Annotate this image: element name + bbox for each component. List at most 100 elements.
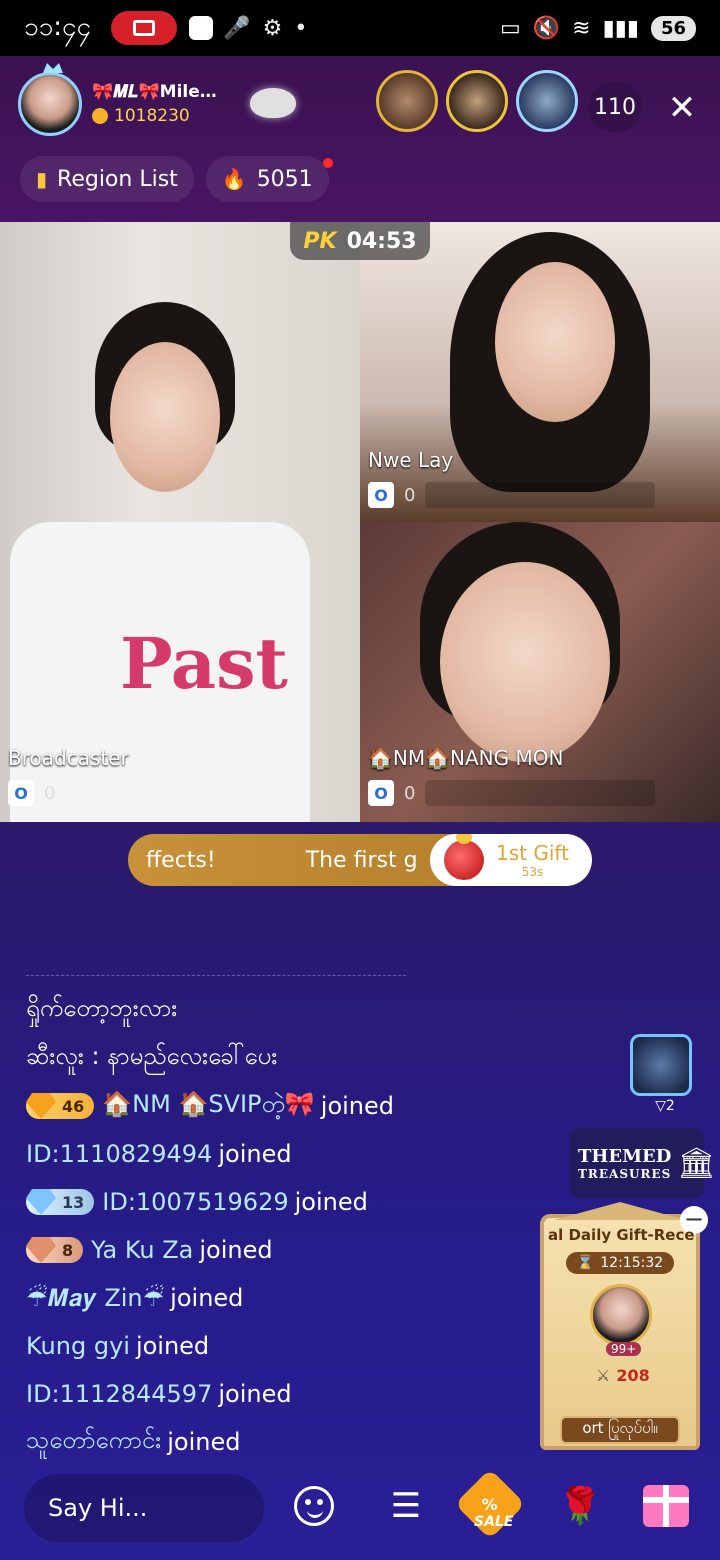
gift-button[interactable] [638,1478,694,1534]
viewer-count[interactable]: 110 [588,82,642,132]
themed-treasures-button[interactable]: THEMED TREASURES 🏛 [570,1128,715,1198]
follow-heart-icon[interactable] [250,88,296,118]
rose-gift-button[interactable]: 🌹 [552,1478,608,1534]
chat-feed[interactable]: ရှိုက်တော့ဘူးလား ဆီးလူး : နာမည်လေးခေါ်ပေ… [26,968,546,1466]
host-avatar[interactable] [18,63,82,136]
chat-username[interactable]: Kung gyi [26,1332,130,1360]
marquee-text-left: ffects! [146,847,216,873]
status-right: ▭ 🔇 ≋ ▮▮▮ 56 [500,15,696,41]
host-name: 🎀𝑴𝑳🎀Mile… [92,82,217,102]
screen-record-icon [111,11,178,45]
daily-gift-timer: ⌛ 12:15:32 [566,1252,674,1274]
pk-timer: PK 04:53 [290,222,430,260]
chat-action: joined [294,1188,368,1216]
swords-icon: ⚔ [596,1366,611,1385]
emoji-button[interactable] [286,1478,342,1534]
rank-count: ▽2 [655,1098,675,1114]
gem-icon [26,1237,56,1263]
viewer-avatar[interactable] [446,70,508,132]
chat-username[interactable]: ☔𝑴𝒂𝒚 Zin☔ [26,1284,164,1312]
room-header: 🎀𝑴𝑳🎀Mile… 1018230 110 ✕ [0,60,720,156]
score-row: O 0 [8,780,55,806]
shirt-print: Past [120,622,288,705]
chat-message: ဆီးလူး : နာမည်လေးခေါ်ပေး [26,1034,546,1082]
first-gift-banner[interactable]: ffects! The first g 1st Gift 53s [128,834,592,886]
chat-username[interactable]: Ya Ku Za [91,1236,193,1264]
bottom-bar: Say Hi... ☰ % SALE 🌹 [0,1468,720,1548]
emoji-icon [294,1486,334,1526]
score-badge-icon: O [368,780,394,806]
cam-label: Broadcaster [8,746,129,770]
sale-button[interactable]: % SALE [454,1468,526,1540]
daily-gift-avatar [590,1284,652,1346]
daily-gift-score-value: 208 [616,1366,650,1385]
themed-line-2: TREASURES [578,1166,672,1181]
gem-icon [26,1093,56,1119]
crown-icon [43,63,63,73]
top-viewers [376,70,578,132]
temple-icon: 🏛 [677,1145,716,1181]
notification-dot-icon [189,16,214,40]
chat-action: joined [218,1380,292,1408]
cam-label: 🏠NM🏠NANG MON [368,746,564,770]
signal-icon: ▮▮▮ [602,15,639,41]
chat-message: ID:1110829494 joined [26,1130,546,1178]
chat-action: joined [320,1092,395,1120]
close-button[interactable]: ✕ [662,88,702,128]
marquee-text-right: The first g [305,847,418,873]
more-dot-icon: • [294,15,308,41]
score-track [425,482,656,508]
chat-username[interactable]: ID:1110829494 [26,1140,212,1168]
chat-message: 13 ID:1007519629 joined [26,1178,546,1226]
host-info: 🎀𝑴𝑳🎀Mile… 1018230 [92,82,217,126]
chat-action: joined [167,1428,241,1456]
rank-avatar [630,1034,692,1096]
chat-action: joined [199,1236,273,1264]
opponent-camera-1[interactable]: Nwe Lay O 0 [360,222,720,522]
region-list-button[interactable]: ▮ Region List [20,156,194,202]
pk-video-area: Past Broadcaster O 0 Nwe Lay O 0 🏠NM🏠NAN… [0,222,720,822]
opponent-camera-2[interactable]: 🏠NM🏠NANG MON O 0 [360,522,720,822]
chat-username[interactable]: ID:1007519629 [102,1188,288,1216]
face [110,342,220,492]
say-hi-input[interactable]: Say Hi... [24,1474,264,1542]
gift-box-icon [643,1485,689,1527]
chat-message: ID:1112844597 joined [26,1370,546,1418]
popularity-button[interactable]: 🔥 5051 [205,156,333,202]
themed-line-1: THEMED [578,1145,672,1167]
daily-gift-score: ⚔ 208 [596,1366,650,1385]
themed-text: THEMED TREASURES [578,1146,671,1181]
chat-text: ဆီးလူး : နာမည်လေးခေါ်ပေး [26,1042,278,1070]
first-gift-title: 1st Gift [496,841,569,865]
chat-message: 46 🏠NM 🏠SVIPတဲ့🎀 joined [26,1082,546,1130]
chat-action: joined [170,1284,244,1312]
chat-action: joined [135,1332,210,1360]
viewer-avatar[interactable] [376,70,438,132]
rank-widget[interactable]: ▽2 [630,1034,700,1114]
score-value: 0 [404,782,416,804]
chat-username[interactable]: ID:1112844597 [26,1380,212,1408]
first-gift-button[interactable]: 1st Gift 53s [430,834,592,886]
app-notification-icon: ⚙ [262,15,283,41]
daily-gift-badge: 99+ [606,1342,642,1356]
status-bar: ၁၁:၄၄ 🎤 ⚙ • ▭ 🔇 ≋ ▮▮▮ 56 [0,0,720,56]
gift-bomb-icon [444,834,484,880]
chat-username[interactable]: 🏠NM 🏠SVIPတဲ့🎀 [102,1088,315,1124]
host-coins: 1018230 [92,106,217,126]
daily-gift-footer-button[interactable]: ort ပြုလုပ်ပါ။ [560,1416,680,1444]
host-card[interactable]: 🎀𝑴𝑳🎀Mile… 1018230 [18,63,248,140]
viewer-avatar[interactable] [516,70,578,132]
sub-header: ▮ Region List 🔥 5051 [20,156,333,202]
daily-gift-widget[interactable]: − al Daily Gift-Recei ⌛ 12:15:32 99+ ⚔ 2… [540,1202,708,1450]
score-track [425,780,656,806]
chat-username[interactable]: သူတော်ကောင်း [26,1424,161,1460]
status-time: ၁၁:၄၄ [24,11,92,42]
pk-logo-icon: PK [303,228,337,254]
broadcaster-camera[interactable]: Past Broadcaster O 0 [0,222,360,822]
score-badge-icon: O [8,780,34,806]
first-gift-countdown: 53s [521,865,544,879]
notification-dot [322,158,333,168]
gem-icon [26,1189,56,1215]
menu-button[interactable]: ☰ [378,1478,434,1534]
wifi-icon: ≋ [572,15,591,41]
